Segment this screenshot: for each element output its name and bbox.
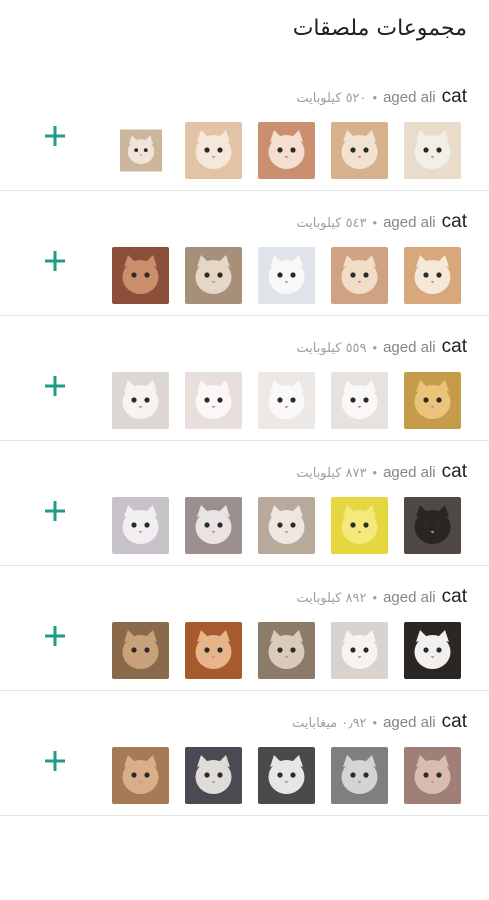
add-pack-button[interactable]: [40, 246, 70, 276]
sticker-preview-row: [113, 122, 461, 179]
pack-name: cat: [441, 86, 467, 107]
pack-name: cat: [441, 711, 467, 732]
sticker-preview-row: [112, 622, 461, 679]
pack-author: aged ali: [383, 89, 436, 106]
pack-info: ٠٫٩٢ ميغابايت • aged ali cat: [292, 711, 467, 735]
plus-icon: [45, 251, 65, 271]
pack-size: ٨٩٢ كيلوبايت: [296, 591, 367, 606]
sticker-pack-row[interactable]: ٨٧٣ كيلوبايت • aged ali cat: [0, 441, 489, 566]
cat-sticker-icon[interactable]: [258, 372, 315, 429]
pack-info: ٨٧٣ كيلوبايت • aged ali cat: [296, 461, 467, 485]
cat-sticker-icon[interactable]: [185, 122, 242, 179]
pack-name: cat: [441, 211, 467, 232]
pack-author: aged ali: [383, 714, 436, 731]
cat-sticker-icon[interactable]: [331, 497, 388, 554]
pack-info: ٥٢٠ كيلوبايت • aged ali cat: [296, 86, 467, 110]
cat-sticker-icon[interactable]: [185, 372, 242, 429]
cat-sticker-icon[interactable]: [185, 497, 242, 554]
pack-size: ٨٧٣ كيلوبايت: [296, 466, 367, 481]
pack-info: ٥٥٩ كيلوبايت • aged ali cat: [296, 336, 467, 360]
cat-sticker-icon[interactable]: [404, 497, 461, 554]
sticker-pack-row[interactable]: ٠٫٩٢ ميغابايت • aged ali cat: [0, 691, 489, 816]
sticker-preview-row: [112, 372, 461, 429]
pack-author: aged ali: [383, 214, 436, 231]
sticker-pack-row[interactable]: ٥٤٣ كيلوبايت • aged ali cat: [0, 191, 489, 316]
pack-size: ٥٢٠ كيلوبايت: [296, 91, 367, 106]
pack-info: ٨٩٢ كيلوبايت • aged ali cat: [296, 586, 467, 610]
pack-author: aged ali: [383, 589, 436, 606]
sticker-preview-row: [112, 497, 461, 554]
cat-sticker-icon[interactable]: [112, 372, 169, 429]
cat-sticker-icon[interactable]: [112, 247, 169, 304]
sticker-preview-row: [112, 247, 461, 304]
pack-name: cat: [441, 336, 467, 357]
cat-sticker-icon[interactable]: [185, 247, 242, 304]
cat-sticker-icon[interactable]: [112, 747, 169, 804]
separator-dot: •: [372, 215, 378, 230]
sticker-pack-row[interactable]: ٨٩٢ كيلوبايت • aged ali cat: [0, 566, 489, 691]
add-pack-button[interactable]: [40, 121, 70, 151]
cat-sticker-icon[interactable]: [404, 247, 461, 304]
plus-icon: [45, 751, 65, 771]
cat-sticker-icon[interactable]: [404, 122, 461, 179]
sticker-pack-row[interactable]: ٥٢٠ كيلوبايت • aged ali cat: [0, 66, 489, 191]
pack-author: aged ali: [383, 464, 436, 481]
cat-sticker-icon[interactable]: [331, 622, 388, 679]
add-pack-button[interactable]: [40, 621, 70, 651]
sticker-pack-list: ٥٢٠ كيلوبايت • aged ali cat ٥٤٣ كيلوبايت • age…: [0, 66, 489, 816]
pack-size: ٥٥٩ كيلوبايت: [296, 341, 367, 356]
separator-dot: •: [372, 715, 378, 730]
cat-sticker-icon[interactable]: [112, 497, 169, 554]
cat-sticker-icon[interactable]: [404, 747, 461, 804]
sticker-pack-row[interactable]: ٥٥٩ كيلوبايت • aged ali cat: [0, 316, 489, 441]
cat-sticker-icon[interactable]: [331, 747, 388, 804]
separator-dot: •: [372, 590, 378, 605]
pack-size: ٠٫٩٢ ميغابايت: [292, 716, 367, 731]
add-pack-button[interactable]: [40, 496, 70, 526]
plus-icon: [45, 376, 65, 396]
cat-sticker-icon[interactable]: [258, 247, 315, 304]
sticker-preview-row: [112, 747, 461, 804]
page-title: مجموعات ملصقات: [292, 16, 467, 41]
separator-dot: •: [372, 465, 378, 480]
pack-info: ٥٤٣ كيلوبايت • aged ali cat: [296, 211, 467, 235]
add-pack-button[interactable]: [40, 746, 70, 776]
cat-sticker-icon[interactable]: [120, 122, 162, 179]
cat-sticker-icon[interactable]: [112, 622, 169, 679]
cat-sticker-icon[interactable]: [404, 372, 461, 429]
pack-size: ٥٤٣ كيلوبايت: [296, 216, 367, 231]
cat-sticker-icon[interactable]: [331, 247, 388, 304]
cat-sticker-icon[interactable]: [404, 622, 461, 679]
separator-dot: •: [372, 340, 378, 355]
cat-sticker-icon[interactable]: [258, 747, 315, 804]
cat-sticker-icon[interactable]: [331, 122, 388, 179]
cat-sticker-icon[interactable]: [258, 622, 315, 679]
cat-sticker-icon[interactable]: [258, 497, 315, 554]
add-pack-button[interactable]: [40, 371, 70, 401]
pack-name: cat: [441, 461, 467, 482]
cat-sticker-icon[interactable]: [185, 622, 242, 679]
cat-sticker-icon[interactable]: [331, 372, 388, 429]
plus-icon: [45, 501, 65, 521]
pack-author: aged ali: [383, 339, 436, 356]
separator-dot: •: [372, 90, 378, 105]
plus-icon: [45, 626, 65, 646]
app-header: مجموعات ملصقات: [0, 0, 489, 66]
cat-sticker-icon[interactable]: [258, 122, 315, 179]
cat-sticker-icon[interactable]: [185, 747, 242, 804]
pack-name: cat: [441, 586, 467, 607]
plus-icon: [45, 126, 65, 146]
